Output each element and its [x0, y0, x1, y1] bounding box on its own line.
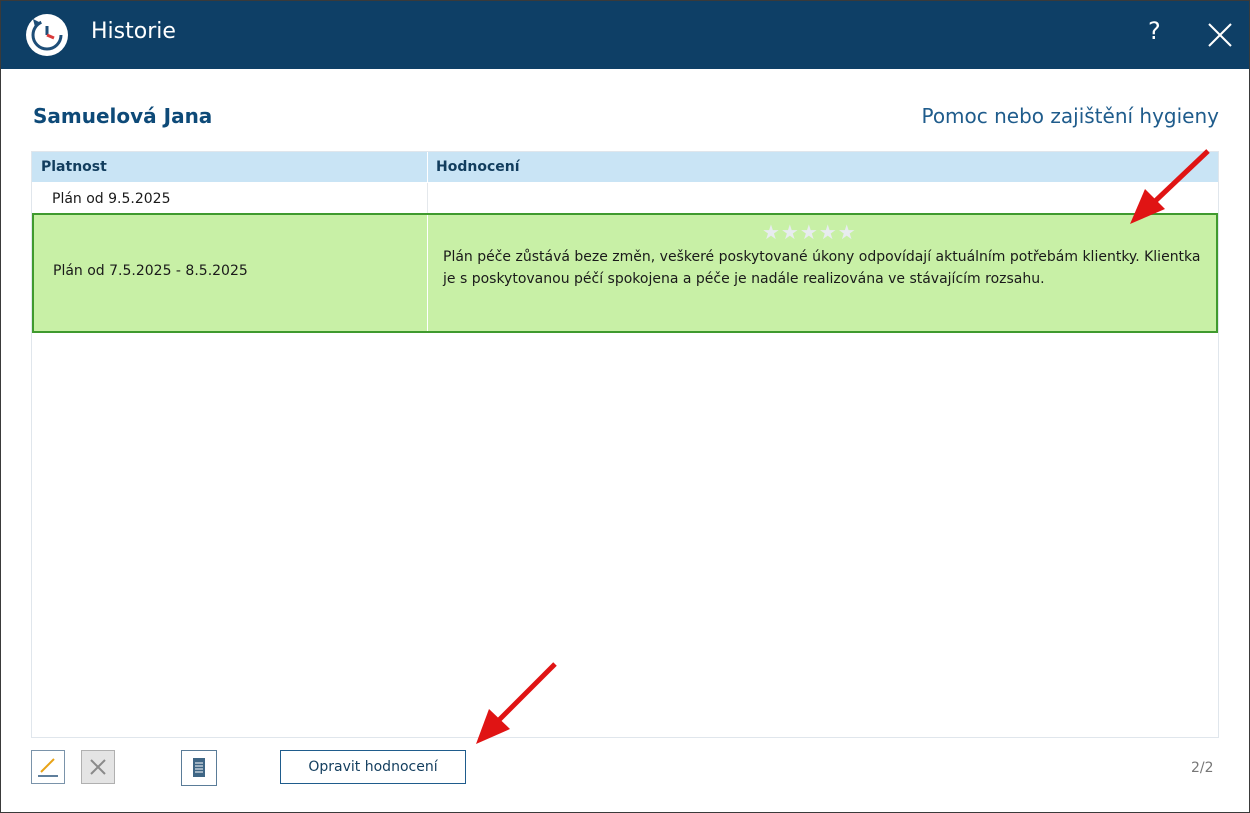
- document-icon: [193, 758, 205, 777]
- rating-stars[interactable]: ★★★★★: [762, 220, 857, 244]
- cell-divider: [427, 215, 428, 331]
- help-button[interactable]: ?: [1148, 17, 1161, 45]
- column-header-validity[interactable]: Platnost: [41, 159, 107, 175]
- fix-evaluation-button[interactable]: Opravit hodnocení: [280, 750, 466, 784]
- table-row[interactable]: Plán od 9.5.2025: [32, 183, 1218, 213]
- column-divider: [427, 152, 428, 182]
- client-name: Samuelová Jana: [33, 104, 213, 128]
- grid-header: Platnost Hodnocení: [32, 152, 1218, 182]
- history-grid: Platnost Hodnocení Plán od 9.5.2025 Plán…: [31, 151, 1219, 738]
- edit-button[interactable]: [31, 750, 65, 784]
- pencil-icon: [38, 758, 58, 777]
- x-icon: [90, 759, 106, 775]
- validity-cell: Plán od 9.5.2025: [52, 191, 171, 207]
- page-counter: 2/2: [1191, 760, 1214, 776]
- evaluation-text: Plán péče zůstává beze změn, veškeré pos…: [443, 249, 1201, 287]
- validity-cell: Plán od 7.5.2025 - 8.5.2025: [53, 263, 248, 279]
- window-title: Historie: [91, 19, 176, 44]
- history-window: Historie ? Samuelová Jana Pomoc nebo zaj…: [0, 0, 1250, 813]
- column-header-evaluation[interactable]: Hodnocení: [436, 159, 520, 175]
- document-button[interactable]: [181, 750, 217, 786]
- close-icon[interactable]: [1204, 19, 1236, 51]
- table-row-selected[interactable]: Plán od 7.5.2025 - 8.5.2025 ★★★★★ Plán p…: [32, 213, 1218, 333]
- history-clock-icon: [26, 14, 68, 56]
- service-name: Pomoc nebo zajištění hygieny: [921, 104, 1219, 128]
- cell-divider: [427, 183, 428, 213]
- title-bar: Historie ?: [1, 1, 1249, 69]
- delete-button[interactable]: [81, 750, 115, 784]
